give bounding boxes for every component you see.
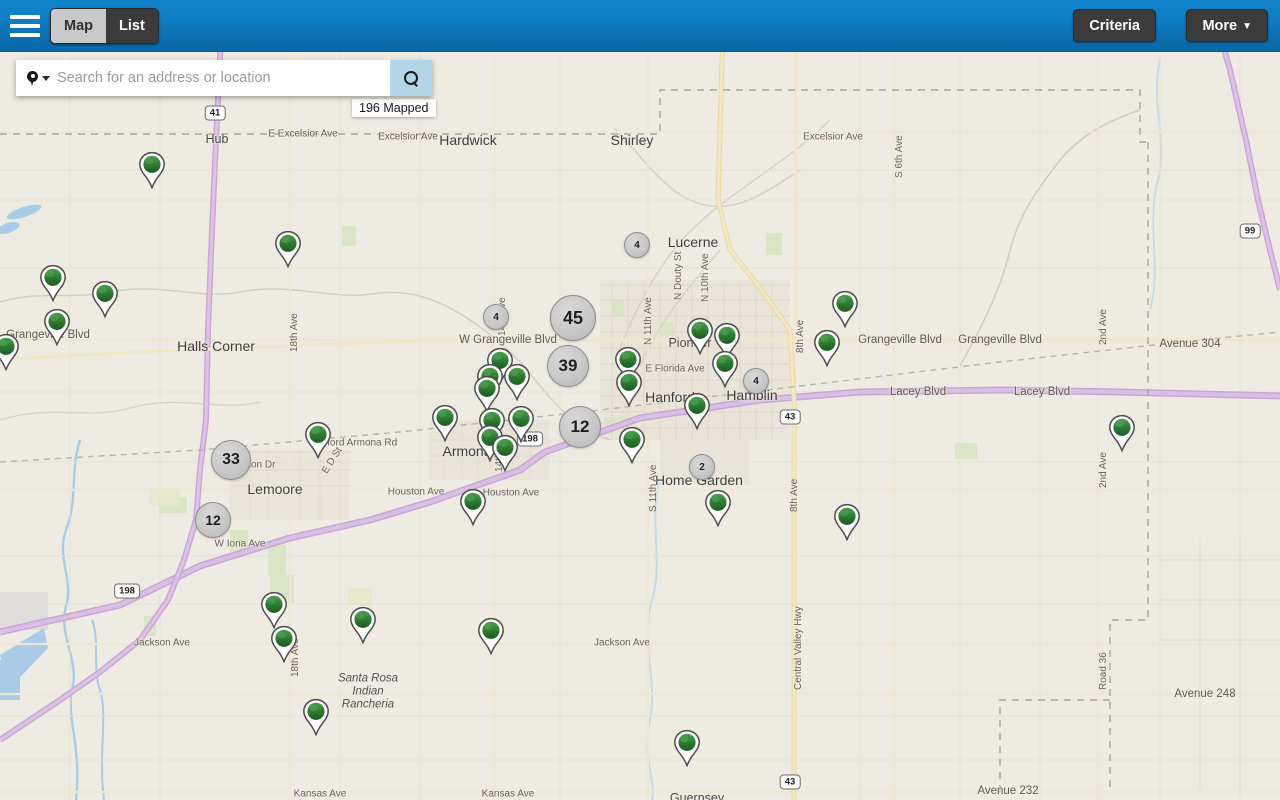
map-cluster-marker[interactable]: 4 <box>624 232 650 258</box>
map-marker-pin[interactable] <box>618 426 646 464</box>
map-marker-pin[interactable] <box>491 434 519 472</box>
map-marker-pin[interactable] <box>1108 414 1136 452</box>
map-cluster-marker[interactable]: 45 <box>550 295 596 341</box>
hamburger-menu-icon[interactable] <box>10 12 40 40</box>
map-marker-pin[interactable] <box>39 264 67 302</box>
location-pin-icon <box>27 70 38 86</box>
top-header-bar: Map List Criteria More ▼ <box>0 0 1280 52</box>
map-marker-pin[interactable] <box>459 488 487 526</box>
map-canvas[interactable]: Hub Hardwick Shirley Lucerne Halls Corner Han… <box>0 0 1280 800</box>
tab-map[interactable]: Map <box>51 9 106 43</box>
criteria-button[interactable]: Criteria <box>1073 9 1156 42</box>
more-button[interactable]: More ▼ <box>1186 9 1268 42</box>
map-cluster-marker[interactable]: 12 <box>195 502 231 538</box>
map-marker-pin[interactable] <box>711 350 739 388</box>
map-cluster-marker[interactable]: 4 <box>483 304 509 330</box>
map-marker-pin[interactable] <box>304 421 332 459</box>
map-marker-pin[interactable] <box>349 606 377 644</box>
search-icon <box>403 70 419 86</box>
map-marker-pin[interactable] <box>274 230 302 268</box>
map-cluster-marker[interactable]: 4 <box>743 368 769 394</box>
search-bar <box>16 60 432 96</box>
search-input[interactable] <box>57 60 390 96</box>
map-cluster-marker[interactable]: 12 <box>559 406 601 448</box>
search-button[interactable] <box>390 60 432 96</box>
map-marker-pin[interactable] <box>0 333 20 371</box>
map-marker-pin[interactable] <box>91 280 119 318</box>
map-cluster-marker[interactable]: 33 <box>211 440 251 480</box>
chevron-down-icon <box>42 75 50 81</box>
map-cluster-marker[interactable]: 2 <box>689 454 715 480</box>
view-toggle-group: Map List <box>50 8 159 44</box>
map-marker-pin[interactable] <box>673 729 701 767</box>
map-marker-pin[interactable] <box>686 317 714 355</box>
more-button-label: More <box>1202 18 1238 34</box>
map-marker-pin[interactable] <box>43 308 71 346</box>
tab-list[interactable]: List <box>106 9 158 43</box>
map-marker-pin[interactable] <box>831 290 859 328</box>
mapped-count-label: 196 Mapped <box>352 99 436 117</box>
map-marker-pin[interactable] <box>260 591 288 629</box>
map-marker-pin[interactable] <box>833 503 861 541</box>
map-marker-pin[interactable] <box>302 698 330 736</box>
map-marker-pin[interactable] <box>683 392 711 430</box>
map-marker-pin[interactable] <box>615 369 643 407</box>
chevron-down-icon: ▼ <box>1242 21 1252 32</box>
map-marker-pin[interactable] <box>431 404 459 442</box>
map-marker-pin[interactable] <box>138 151 166 189</box>
map-marker-pin[interactable] <box>270 625 298 663</box>
map-marker-pin[interactable] <box>704 489 732 527</box>
search-type-selector[interactable] <box>16 60 57 96</box>
map-marker-pin[interactable] <box>503 363 531 401</box>
map-marker-pin[interactable] <box>477 617 505 655</box>
map-search-application: Hub Hardwick Shirley Lucerne Halls Corner Han… <box>0 0 1280 800</box>
map-marker-pin[interactable] <box>813 329 841 367</box>
map-cluster-marker[interactable]: 39 <box>547 345 589 387</box>
